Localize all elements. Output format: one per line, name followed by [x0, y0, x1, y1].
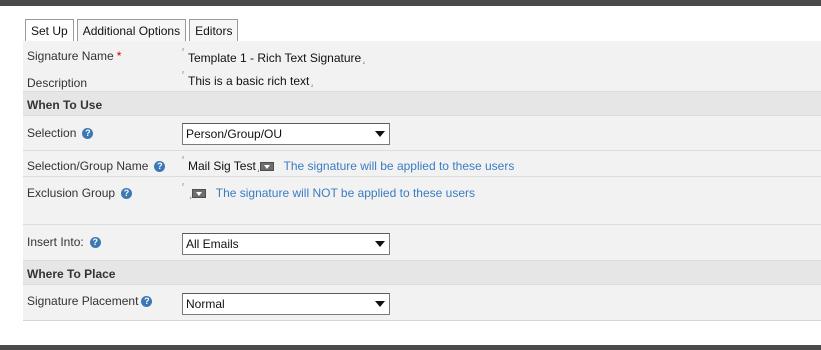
field-open-marker-icon: ⸢: [182, 157, 185, 164]
tab-bar: Set Up Additional Options Editors: [25, 19, 241, 41]
required-marker: *: [116, 49, 122, 63]
selection-dropdown[interactable]: Person/Group/OU: [182, 123, 390, 145]
top-border-bar: [0, 0, 821, 6]
selection-group-name-label: Selection/Group Name?: [27, 159, 166, 173]
help-icon[interactable]: ?: [82, 128, 94, 140]
exclusion-picker-dropdown-icon[interactable]: [191, 189, 206, 199]
bottom-border-bar: [0, 345, 821, 350]
signature-placement-dropdown[interactable]: Normal: [182, 293, 390, 315]
signature-name-row: Signature Name * ⸢ Template 1 - Rich Text …: [23, 41, 821, 66]
help-icon[interactable]: ?: [121, 188, 133, 200]
description-row: Description ⸢ This is a basic rich text⸥: [23, 66, 821, 92]
description-value: This is a basic rich text: [188, 74, 310, 88]
insert-into-dropdown[interactable]: All Emails: [182, 233, 390, 255]
selection-row: Selection? Person/Group/OU: [23, 116, 821, 151]
tab-additional-options[interactable]: Additional Options: [76, 19, 187, 41]
selection-group-name-field[interactable]: ⸢ Mail Sig Test⸥ The signature will be app…: [182, 157, 821, 173]
selection-group-hint: The signature will be applied to these u…: [283, 159, 515, 173]
chevron-down-icon: [372, 126, 387, 142]
help-icon[interactable]: ?: [141, 296, 153, 308]
chevron-down-icon: [372, 296, 387, 312]
tab-editors[interactable]: Editors: [189, 19, 239, 41]
selection-group-name-row: Selection/Group Name? ⸢ Mail Sig Test⸥ The…: [23, 151, 821, 177]
selection-label: Selection?: [27, 126, 94, 140]
chevron-down-icon: [372, 236, 387, 252]
field-close-marker-icon: ⸥: [310, 81, 314, 88]
where-to-place-section: Where To Place: [23, 261, 821, 285]
signature-name-value: Template 1 - Rich Text Signature: [188, 51, 362, 65]
tab-set-up[interactable]: Set Up: [25, 19, 74, 41]
field-open-marker-icon: ⸢: [182, 184, 185, 191]
settings-panel: Signature Name * ⸢ Template 1 - Rich Text …: [23, 41, 821, 321]
signature-name-label: Signature Name *: [27, 49, 122, 63]
field-open-marker-icon: ⸢: [182, 49, 185, 56]
exclusion-group-row: Exclusion Group? ⸢ ⸥ The signature will NO…: [23, 177, 821, 225]
exclusion-group-label: Exclusion Group?: [27, 186, 133, 200]
signature-placement-dropdown-value: Normal: [186, 297, 225, 311]
description-label: Description: [27, 76, 88, 90]
field-open-marker-icon: ⸢: [182, 72, 185, 79]
when-to-use-heading: When To Use: [27, 98, 103, 112]
exclusion-group-hint: The signature will NOT be applied to the…: [215, 186, 475, 200]
help-icon[interactable]: ?: [154, 161, 166, 173]
signature-placement-label: Signature Placement?: [27, 294, 153, 308]
help-icon[interactable]: ?: [89, 237, 101, 249]
signature-name-field[interactable]: ⸢ Template 1 - Rich Text Signature⸥: [182, 49, 821, 65]
exclusion-group-field[interactable]: ⸢ ⸥ The signature will NOT be applied to t…: [182, 184, 821, 200]
insert-into-dropdown-value: All Emails: [186, 237, 239, 251]
insert-into-label: Insert Into:?: [27, 235, 101, 249]
selection-dropdown-value: Person/Group/OU: [186, 127, 283, 141]
description-field[interactable]: ⸢ This is a basic rich text⸥: [182, 72, 821, 88]
group-picker-dropdown-icon[interactable]: [259, 162, 274, 172]
when-to-use-section: When To Use: [23, 92, 821, 116]
insert-into-row: Insert Into:? All Emails: [23, 225, 821, 261]
where-to-place-heading: Where To Place: [27, 267, 116, 281]
signature-placement-row: Signature Placement? Normal: [23, 285, 821, 321]
selection-group-name-value: Mail Sig Test: [188, 159, 256, 173]
field-close-marker-icon: ⸥: [362, 58, 365, 65]
